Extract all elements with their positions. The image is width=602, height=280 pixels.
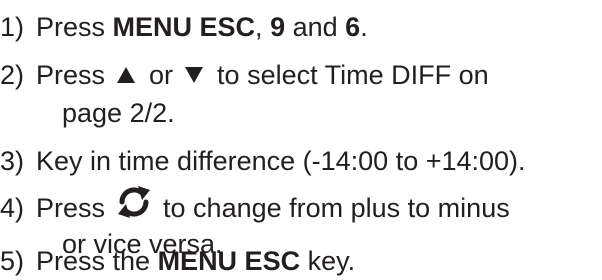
down-triangle-icon — [185, 66, 204, 83]
step-5: 5) Press the MENU ESC key. — [0, 244, 355, 278]
step-text: to change from plus to minus — [163, 193, 510, 224]
step-text: . — [360, 12, 368, 42]
step-number: 1) — [0, 12, 25, 42]
cycle-arrows-icon — [115, 185, 153, 227]
step-number: 5) — [0, 246, 25, 276]
step-text: page 2/2. — [62, 98, 175, 128]
step-text: Press — [36, 60, 106, 90]
step-text: Press — [36, 12, 113, 42]
step-text: Press the — [36, 246, 158, 276]
step-number: 3) — [0, 146, 25, 176]
step-4: 4) Press to change from plus to minus — [0, 186, 510, 224]
step-2-continuation: page 2/2. — [62, 96, 175, 130]
step-text: and — [285, 12, 346, 42]
step-text: Key in time difference (-14:00 to +14:00… — [36, 146, 526, 176]
key-label-menu-esc: MENU ESC — [157, 246, 301, 276]
step-text: Press — [36, 193, 106, 224]
step-text: or — [149, 60, 174, 90]
up-triangle-icon — [117, 66, 136, 83]
key-label-menu-esc: MENU ESC — [112, 12, 256, 42]
step-number: 4) — [0, 193, 25, 224]
step-number: 2) — [0, 60, 25, 90]
step-text: key. — [300, 246, 356, 276]
step-text: , — [255, 12, 271, 42]
step-3: 3) Key in time difference (-14:00 to +14:… — [0, 144, 526, 178]
step-1: 1) Press MENU ESC, 9 and 6. — [0, 10, 368, 44]
step-2: 2) Press or to select Time DIFF on — [0, 58, 489, 92]
step-text: to select Time DIFF on — [217, 60, 489, 90]
key-label-9: 9 — [270, 12, 286, 42]
key-label-6: 6 — [345, 12, 361, 42]
